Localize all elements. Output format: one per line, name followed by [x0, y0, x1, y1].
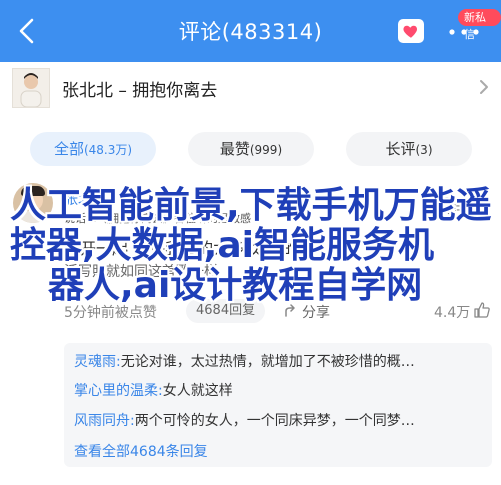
- share-icon[interactable]: [284, 304, 298, 318]
- reply-author: 灵魂雨:: [74, 354, 121, 370]
- reply-item[interactable]: 灵魂雨:无论对谁，太过热情，就增加了不被珍惜的概…: [74, 351, 415, 371]
- comment-text-line: 说话…《拥抱你离去》各位听的是敏感: [64, 212, 251, 225]
- tab-count: (999): [249, 143, 283, 157]
- song-row[interactable]: 张北北 – 拥抱你离去: [0, 62, 501, 113]
- thumbs-up-icon[interactable]: [474, 302, 490, 318]
- share-button[interactable]: 分享: [302, 302, 330, 322]
- top-bar: 评论(483314) 新私信: [0, 0, 501, 62]
- tab-label: 长评: [385, 140, 416, 158]
- comment-text-line: 活写照就如同这首歌一样: [64, 264, 218, 280]
- tab-top[interactable]: 最赞(999): [188, 132, 314, 166]
- reply-preview-box[interactable]: 灵魂雨:无论对谁，太过热情，就增加了不被珍惜的概… 掌心里的温柔:女人就这样 风…: [64, 343, 492, 467]
- reply-item[interactable]: 掌心里的温柔:女人就这样: [74, 380, 233, 400]
- like-count: 4.4万: [434, 305, 471, 321]
- follow-button[interactable]: 关注: [430, 197, 475, 220]
- heart-icon: [403, 25, 418, 38]
- avatar[interactable]: [13, 183, 53, 223]
- album-cover: [12, 68, 50, 108]
- comment-tabs: 全部(48.3万) 最赞(999) 长评(3): [0, 112, 501, 172]
- song-title: 张北北 – 拥抱你离去: [62, 81, 218, 101]
- tab-label: 全部: [53, 140, 84, 158]
- view-all-replies-link[interactable]: 查看全部4684条回复: [74, 441, 208, 461]
- chevron-right-icon: [480, 80, 488, 94]
- reply-text: 两个可怜的女人，一个同床异梦，一个同梦…: [134, 413, 415, 429]
- comment-time: 5分钟前被点赞: [64, 305, 157, 321]
- tab-count: (48.3万): [83, 143, 133, 157]
- reply-count-button[interactable]: 4684回复: [186, 299, 266, 323]
- tab-long[interactable]: 长评(3): [346, 132, 472, 166]
- reply-text: 无论对谁，太过热情，就增加了不被珍惜的概…: [120, 354, 415, 370]
- comment-author[interactable]: 张北北: [64, 189, 106, 209]
- reply-text: 女人就这样: [162, 383, 233, 399]
- tab-all[interactable]: 全部(48.3万): [30, 132, 156, 166]
- tab-label: 最赞: [219, 140, 250, 158]
- comment-text-line: 离开一起 也许我要的太多 太多的生: [64, 239, 315, 258]
- reply-author: 风雨同舟:: [74, 413, 135, 429]
- tab-count: (3): [415, 143, 433, 157]
- favorite-button[interactable]: [398, 17, 426, 43]
- reply-item[interactable]: 风雨同舟:两个可怜的女人，一个同床异梦，一个同梦…: [74, 410, 415, 430]
- reply-author: 掌心里的温柔:: [74, 383, 163, 399]
- new-message-badge[interactable]: 新私信: [458, 9, 501, 41]
- more-icon[interactable]: [446, 26, 482, 38]
